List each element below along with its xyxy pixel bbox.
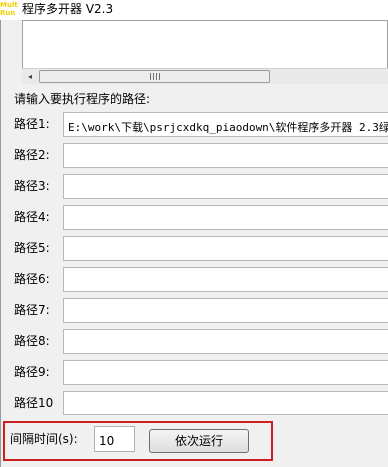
path-3-input[interactable] [63,174,388,199]
app-icon: Mult Run [0,0,18,19]
grip-icon [149,73,160,80]
title-bar: Mult Run 程序多开器 V2.3 [0,0,388,20]
path-2-input[interactable] [63,143,388,168]
interval-label: 间隔时间(s): [10,432,78,446]
path-9-input[interactable] [63,360,388,385]
path-4-input[interactable] [63,205,388,230]
path-3-label: 路径3: [14,179,50,193]
path-1-label: 路径1: [14,117,50,131]
path-7-input[interactable] [63,298,388,323]
scrollbar-thumb[interactable] [39,70,270,83]
app-icon-line-1: Mult [0,1,18,9]
path-4-label: 路径4: [14,210,50,224]
window-border [0,20,1,467]
path-1-input[interactable] [63,112,388,137]
horizontal-scrollbar[interactable]: ◂ [22,68,388,84]
path-prompt-label: 请输入要执行程序的路径: [14,92,151,106]
window-title: 程序多开器 V2.3 [22,2,114,16]
path-5-label: 路径5: [14,241,50,255]
path-10-input[interactable] [63,391,388,415]
app-icon-line-2: Run [0,9,16,17]
path-10-label: 路径10 [14,396,54,410]
path-2-label: 路径2: [14,148,50,162]
path-6-input[interactable] [63,267,388,292]
path-9-label: 路径9: [14,365,50,379]
scroll-left-arrow-icon[interactable]: ◂ [22,69,38,84]
interval-input[interactable] [94,426,135,452]
path-8-label: 路径8: [14,334,50,348]
path-8-input[interactable] [63,329,388,354]
path-6-label: 路径6: [14,272,50,286]
path-5-input[interactable] [63,236,388,261]
path-7-label: 路径7: [14,303,50,317]
run-sequentially-button[interactable]: 依次运行 [149,429,249,453]
